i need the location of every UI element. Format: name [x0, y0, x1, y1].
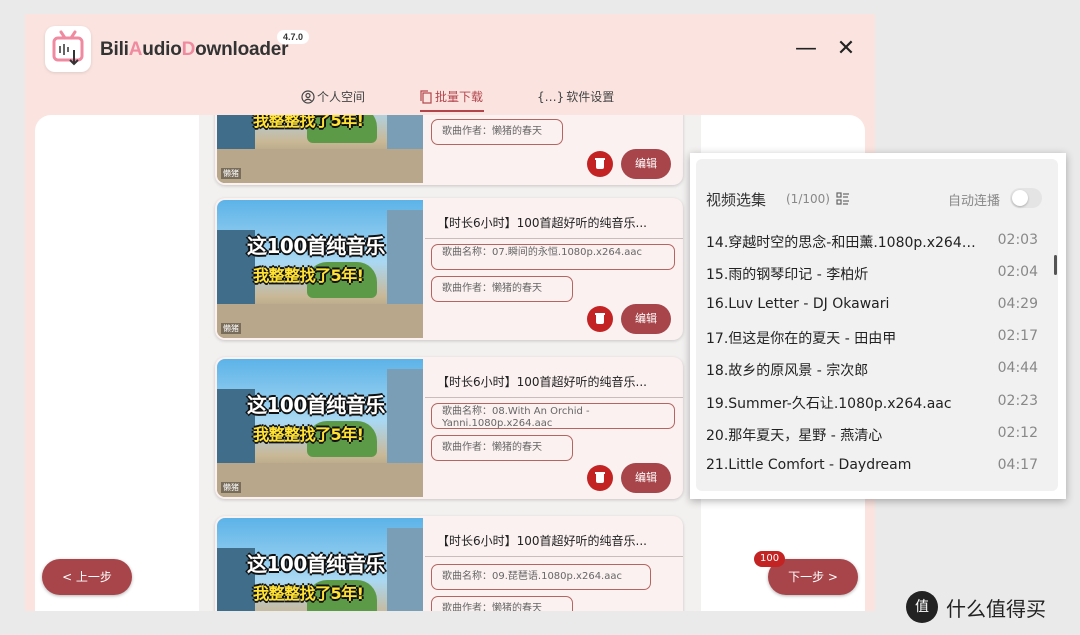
video-card: 这100首纯音乐 我整整找了5年! 懒猪 【时长6小时】100首超好听的纯音乐.…	[215, 198, 683, 340]
tab-settings[interactable]: {…} 软件设置	[537, 88, 614, 105]
video-thumbnail: 这100首纯音乐 我整整找了5年! 懒猪	[217, 200, 423, 338]
artist-field[interactable]: 歌曲作者：懒猪的春天	[431, 596, 573, 611]
tab-label: 软件设置	[566, 90, 615, 104]
count-badge: 100	[754, 551, 786, 567]
playlist-item-name: 18.故乡的原风景 - 宗次郎	[706, 363, 869, 379]
playlist-item-duration: 02:23	[997, 393, 1038, 409]
playlist-title: 视频选集	[706, 191, 767, 209]
thumbnail-mark: 懒猪	[221, 323, 241, 334]
autoplay-label: 自动连播	[948, 194, 1001, 209]
playlist-item-duration: 02:04	[997, 264, 1038, 280]
playlist-item-name: 16.Luv Letter - DJ Okawari	[706, 296, 890, 312]
list-icon[interactable]	[836, 192, 850, 206]
thumbnail-line-1: 这100首纯音乐	[247, 393, 385, 417]
version-badge: 4.7.0	[277, 30, 310, 44]
prev-step-button[interactable]: < 上一步	[42, 559, 132, 595]
title-part: Bili	[100, 39, 129, 60]
playlist-item[interactable]: 19.Summer-久石让.1080p.x264.aac 02:23	[706, 388, 1046, 416]
minimize-button[interactable]: —	[795, 38, 817, 60]
thumbnail-mark: 懒猪	[221, 168, 241, 179]
tab-batch-download[interactable]: 批量下载	[419, 88, 483, 105]
playlist-popup: 视频选集 (1/100) 自动连播 14.穿越时空的思念-和田薰.1080p.x…	[690, 153, 1066, 499]
divider	[425, 556, 683, 557]
playlist-item-duration: 02:03	[997, 232, 1038, 248]
video-card: 这100首纯音乐 我整整找了5年! 懒猪 【时长6小时】100首超好听的纯音乐.…	[215, 357, 683, 499]
edit-button[interactable]: 编辑	[621, 149, 671, 179]
thumbnail-line-2: 我整整找了5年!	[253, 266, 364, 285]
thumbnail-line-2: 我整整找了5年!	[253, 584, 364, 603]
app-title: BiliAudioDownloader	[100, 39, 289, 61]
title-part: udio	[142, 39, 182, 60]
video-title: 【时长6小时】100首超好听的纯音乐...	[437, 216, 647, 230]
thumbnail-mark: 懒猪	[221, 482, 241, 493]
thumbnail-line-2: 我整整找了5年!	[253, 425, 364, 444]
watermark-text: 什么值得买	[946, 596, 1046, 621]
playlist-count: (1/100)	[786, 192, 830, 206]
video-thumbnail: 这100首纯音乐 我整整找了5年! 懒猪	[217, 115, 423, 183]
delete-button[interactable]	[587, 151, 613, 177]
artist-field[interactable]: 歌曲作者：懒猪的春天	[431, 119, 563, 145]
tab-label: 批量下载	[435, 90, 484, 104]
edit-button[interactable]: 编辑	[621, 304, 671, 334]
playlist-item-name: 17.但这是你在的夏天 - 田由甲	[706, 331, 897, 347]
playlist-item-duration: 04:29	[997, 296, 1038, 312]
video-card: 这100首纯音乐 我整整找了5年! 懒猪 歌曲作者：懒猪的春天 编辑	[215, 115, 683, 185]
song-name-field[interactable]: 歌曲名称：09.琵琶语.1080p.x264.aac	[431, 564, 651, 590]
title-part: ownloader	[195, 39, 289, 60]
delete-button[interactable]	[587, 465, 613, 491]
playlist-item[interactable]: 15.雨的钢琴印记 - 李柏炘 02:04	[706, 259, 1046, 287]
video-thumbnail: 这100首纯音乐 我整整找了5年! 懒猪	[217, 518, 423, 611]
playlist-item[interactable]: 18.故乡的原风景 - 宗次郎 04:44	[706, 355, 1046, 383]
thumbnail-line-1: 这100首纯音乐	[247, 234, 385, 258]
edit-button[interactable]: 编辑	[621, 463, 671, 493]
divider	[425, 397, 683, 398]
playlist-item-duration: 02:12	[997, 425, 1038, 441]
watermark: 值 什么值得买	[906, 590, 1046, 624]
braces-icon: {…}	[537, 89, 565, 104]
title-part: A	[128, 39, 143, 60]
tv-download-icon	[52, 30, 84, 66]
playlist-item-duration: 02:17	[997, 328, 1038, 344]
divider	[425, 238, 683, 239]
thumbnail-line-1: 这100首纯音乐	[247, 552, 385, 576]
left-panel	[35, 115, 199, 611]
playlist-item-duration: 04:17	[997, 457, 1038, 473]
playlist-item[interactable]: 14.穿越时空的思念-和田薰.1080p.x264.aac 02:03	[706, 227, 1046, 255]
playlist-item-name: 19.Summer-久石让.1080p.x264.aac	[706, 396, 952, 412]
video-card-list[interactable]: 这100首纯音乐 我整整找了5年! 懒猪 歌曲作者：懒猪的春天 编辑 这100首…	[199, 115, 701, 611]
playlist-item-name: 20.那年夏天，星野 - 燕清心	[706, 428, 883, 444]
playlist-item[interactable]: 21.Little Comfort - Daydream 04:17	[706, 452, 1046, 480]
watermark-badge: 值	[906, 591, 938, 623]
playlist-item-name: 15.雨的钢琴印记 - 李柏炘	[706, 267, 869, 283]
app-logo	[45, 26, 91, 72]
playlist-item-name: 21.Little Comfort - Daydream	[706, 457, 912, 473]
thumbnail-line-2: 我整整找了5年!	[253, 115, 364, 130]
video-thumbnail: 这100首纯音乐 我整整找了5年! 懒猪	[217, 359, 423, 497]
video-card: 这100首纯音乐 我整整找了5年! 懒猪 【时长6小时】100首超好听的纯音乐.…	[215, 516, 683, 611]
song-name-field[interactable]: 歌曲名称：07.瞬间的永恒.1080p.x264.aac	[431, 244, 675, 270]
artist-field[interactable]: 歌曲作者：懒猪的春天	[431, 276, 573, 302]
delete-button[interactable]	[587, 306, 613, 332]
video-title: 【时长6小时】100首超好听的纯音乐...	[437, 534, 647, 548]
song-name-field[interactable]: 歌曲名称：08.With An Orchid - Yanni.1080p.x26…	[431, 403, 675, 429]
tab-label: 个人空间	[317, 90, 366, 104]
tab-personal-space[interactable]: 个人空间	[301, 88, 365, 105]
user-circle-icon	[301, 89, 315, 104]
playlist-item[interactable]: 20.那年夏天，星野 - 燕清心 02:12	[706, 420, 1046, 448]
playlist-item-name: 14.穿越时空的思念-和田薰.1080p.x264.aac	[706, 235, 978, 251]
artist-field[interactable]: 歌曲作者：懒猪的春天	[431, 435, 573, 461]
video-title: 【时长6小时】100首超好听的纯音乐...	[437, 375, 647, 389]
close-button[interactable]: ✕	[836, 38, 856, 60]
active-tab-indicator	[420, 110, 484, 112]
title-part: D	[181, 39, 196, 60]
playlist-scrollbar[interactable]	[1054, 255, 1057, 275]
playlist-item-duration: 04:44	[997, 360, 1038, 376]
playlist-item[interactable]: 16.Luv Letter - DJ Okawari 04:29	[706, 291, 1046, 319]
playlist-item[interactable]: 17.但这是你在的夏天 - 田由甲 02:17	[706, 323, 1046, 351]
autoplay-toggle[interactable]	[1010, 188, 1042, 208]
copy-icon	[420, 89, 432, 104]
